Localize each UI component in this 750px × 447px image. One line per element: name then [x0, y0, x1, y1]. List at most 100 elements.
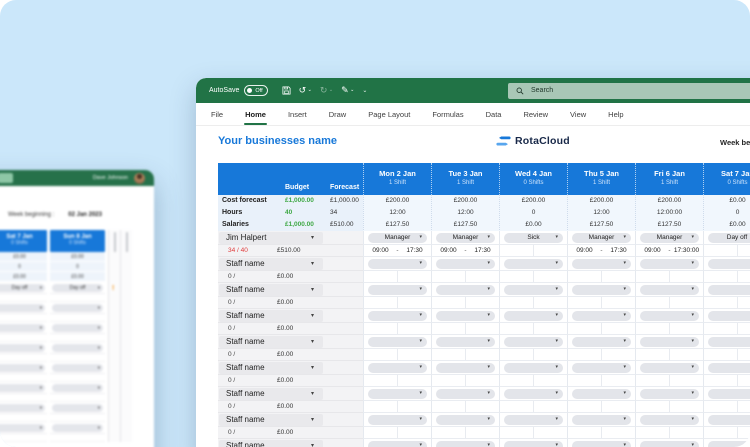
time-start-cell[interactable]	[568, 323, 601, 334]
role-dropdown[interactable]: Manager▾	[368, 233, 427, 243]
time-end-cell[interactable]	[601, 297, 635, 308]
time-start-cell[interactable]: 09:00	[636, 245, 669, 256]
time-end-cell[interactable]	[533, 349, 567, 360]
time-start-cell[interactable]	[568, 427, 601, 438]
role-dropdown[interactable]: ▾	[640, 441, 699, 447]
time-start-cell[interactable]	[432, 297, 465, 308]
time-end-cell[interactable]	[397, 271, 431, 282]
time-start-cell[interactable]	[500, 375, 533, 386]
time-end-cell[interactable]	[669, 349, 703, 360]
time-end-cell[interactable]	[465, 297, 499, 308]
time-end-cell[interactable]	[737, 349, 750, 360]
time-start-cell[interactable]	[364, 297, 397, 308]
time-end-cell[interactable]: 17:30	[397, 245, 431, 256]
ribbon-tab-review[interactable]: Review	[512, 103, 559, 125]
role-dropdown[interactable]: ▾	[640, 337, 699, 347]
time-start-cell[interactable]	[364, 375, 397, 386]
time-start-cell[interactable]	[432, 375, 465, 386]
time-end-cell[interactable]	[737, 401, 750, 412]
role-dropdown[interactable]: ▾	[708, 285, 750, 295]
time-start-cell[interactable]	[364, 349, 397, 360]
ribbon-tab-help[interactable]: Help	[597, 103, 634, 125]
time-start-cell[interactable]	[500, 271, 533, 282]
time-end-cell[interactable]	[533, 401, 567, 412]
time-start-cell[interactable]	[704, 375, 737, 386]
save-button[interactable]	[282, 86, 291, 95]
role-dropdown[interactable]: ▾	[368, 285, 427, 295]
time-end-cell[interactable]: 17:30	[601, 245, 635, 256]
time-start-cell[interactable]	[432, 271, 465, 282]
time-end-cell[interactable]	[533, 427, 567, 438]
time-end-cell[interactable]	[465, 323, 499, 334]
role-dropdown[interactable]: ▾	[436, 441, 495, 447]
time-start-cell[interactable]	[500, 349, 533, 360]
time-end-cell[interactable]	[465, 349, 499, 360]
time-end-cell[interactable]	[397, 349, 431, 360]
time-end-cell[interactable]	[669, 375, 703, 386]
role-dropdown[interactable]: ▾	[504, 337, 563, 347]
role-dropdown[interactable]: ▾	[436, 363, 495, 373]
role-dropdown[interactable]: ▾	[368, 363, 427, 373]
role-dropdown[interactable]: Sick▾	[504, 233, 563, 243]
role-dropdown[interactable]: ▾	[504, 441, 563, 447]
time-start-cell[interactable]: 09:00	[568, 245, 601, 256]
time-end-cell[interactable]	[533, 297, 567, 308]
role-dropdown[interactable]: ▾	[708, 389, 750, 399]
time-end-cell[interactable]	[465, 271, 499, 282]
role-dropdown[interactable]: ▾	[504, 389, 563, 399]
time-start-cell[interactable]	[500, 245, 533, 256]
time-end-cell[interactable]	[397, 401, 431, 412]
role-dropdown[interactable]: ▾	[436, 259, 495, 269]
role-dropdown[interactable]: ▾	[436, 389, 495, 399]
role-dropdown[interactable]: ▾	[436, 285, 495, 295]
time-start-cell[interactable]	[704, 401, 737, 412]
staff-name-dropdown[interactable]: Jim Halpert▾	[219, 232, 323, 245]
time-end-cell[interactable]	[397, 323, 431, 334]
time-end-cell[interactable]	[465, 427, 499, 438]
ribbon-tab-page-layout[interactable]: Page Layout	[357, 103, 421, 125]
time-start-cell[interactable]	[500, 427, 533, 438]
role-dropdown[interactable]: ▾	[504, 285, 563, 295]
time-start-cell[interactable]	[364, 271, 397, 282]
time-end-cell[interactable]	[533, 271, 567, 282]
time-end-cell[interactable]	[737, 323, 750, 334]
time-end-cell[interactable]	[737, 375, 750, 386]
time-end-cell[interactable]	[601, 427, 635, 438]
time-start-cell[interactable]	[568, 271, 601, 282]
time-end-cell[interactable]: 17:30	[465, 245, 499, 256]
time-start-cell[interactable]	[432, 427, 465, 438]
search-input[interactable]: Search	[508, 83, 750, 99]
time-end-cell[interactable]	[601, 323, 635, 334]
role-dropdown[interactable]: ▾	[436, 311, 495, 321]
time-start-cell[interactable]	[636, 323, 669, 334]
time-start-cell[interactable]	[432, 349, 465, 360]
staff-name-dropdown[interactable]: Staff name▾	[219, 362, 323, 375]
time-end-cell[interactable]	[737, 297, 750, 308]
time-start-cell[interactable]	[636, 297, 669, 308]
ribbon-tab-formulas[interactable]: Formulas	[421, 103, 474, 125]
time-end-cell[interactable]	[397, 297, 431, 308]
role-dropdown[interactable]: ▾	[572, 389, 631, 399]
role-dropdown[interactable]: ▾	[436, 415, 495, 425]
ribbon-tab-file[interactable]: File	[200, 103, 234, 125]
staff-name-dropdown[interactable]: Staff name▾	[219, 258, 323, 271]
role-dropdown[interactable]: ▾	[572, 259, 631, 269]
role-dropdown[interactable]: ▾	[572, 337, 631, 347]
time-end-cell[interactable]	[601, 375, 635, 386]
time-end-cell[interactable]	[669, 297, 703, 308]
time-start-cell[interactable]	[500, 323, 533, 334]
quick-access-menu-button[interactable]: ⌄	[362, 87, 367, 94]
pen-button[interactable]: ✎⌄	[341, 86, 354, 95]
staff-name-dropdown[interactable]: Staff name▾	[219, 284, 323, 297]
time-end-cell[interactable]	[601, 401, 635, 412]
time-start-cell[interactable]	[432, 323, 465, 334]
time-end-cell[interactable]	[737, 271, 750, 282]
time-end-cell[interactable]	[397, 375, 431, 386]
time-end-cell[interactable]	[601, 271, 635, 282]
background-rota-window[interactable]: Dave Johnson Week beginning :02 Jan 2023…	[0, 170, 154, 447]
role-dropdown[interactable]: ▾	[368, 259, 427, 269]
time-end-cell[interactable]	[669, 427, 703, 438]
time-end-cell[interactable]	[601, 349, 635, 360]
staff-name-dropdown[interactable]: Staff name▾	[219, 336, 323, 349]
role-dropdown[interactable]: ▾	[368, 337, 427, 347]
